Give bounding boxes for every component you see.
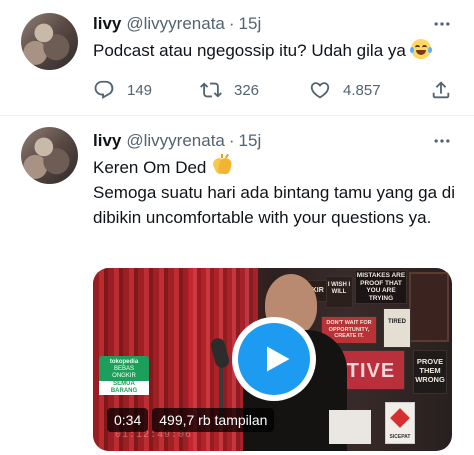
tweet-header: livy @livyyrenata · 15j xyxy=(93,129,454,153)
desk-box xyxy=(329,410,371,444)
more-horizontal-icon[interactable] xyxy=(430,129,454,153)
timestamp[interactable]: 15j xyxy=(239,14,262,34)
video-player[interactable]: MISTAKES ARE PROOF THAT YOU ARE TRYING I… xyxy=(93,268,452,451)
face-with-tears-of-joy-icon xyxy=(409,39,432,59)
sponsor-line1: BEBAS xyxy=(113,366,134,372)
desk-box: SICEPAT xyxy=(385,402,415,444)
share-button[interactable] xyxy=(430,78,452,102)
tweet-text-line1: Keren Om Ded xyxy=(93,158,207,177)
more-horizontal-icon[interactable] xyxy=(430,12,454,36)
tweet[interactable]: livy @livyyrenata · 15j Keren Om Ded Sem… xyxy=(0,117,474,455)
retweet-count: 326 xyxy=(234,81,260,99)
box-label: SICEPAT xyxy=(389,434,411,440)
wall-poster: TIVE xyxy=(337,350,405,390)
tweet-text: Keren Om Ded Semoga suatu hari ada binta… xyxy=(93,153,456,230)
sponsor-line2: ONGKIR xyxy=(112,373,136,379)
reply-button[interactable]: 149 xyxy=(93,78,152,102)
avatar[interactable] xyxy=(21,127,78,184)
reply-icon xyxy=(94,80,114,99)
separator-dot: · xyxy=(228,14,235,33)
tweet-text-body: Semoga suatu hari ada bintang tamu yang … xyxy=(93,183,455,227)
wall-poster: PROVE THEM WRONG xyxy=(413,350,447,394)
play-icon xyxy=(266,346,289,372)
share-icon xyxy=(432,81,450,99)
wall-poster: MISTAKES ARE PROOF THAT YOU ARE TRYING xyxy=(355,270,407,304)
sponsor-promo: SEMUA BARANG xyxy=(99,381,149,395)
display-name[interactable]: livy xyxy=(93,14,121,34)
reply-count: 149 xyxy=(127,81,153,99)
user-handle[interactable]: @livyyrenata xyxy=(126,131,225,151)
tweet-text: Podcast atau ngegossip itu? Udah gila ya xyxy=(93,38,456,63)
like-button[interactable]: 4.857 xyxy=(309,78,381,102)
separator-dot: · xyxy=(228,131,235,150)
like-count: 4.857 xyxy=(343,81,381,99)
wall-frame xyxy=(409,272,449,342)
timestamp[interactable]: 15j xyxy=(239,131,262,151)
user-handle[interactable]: @livyyrenata xyxy=(126,14,225,34)
retweet-icon xyxy=(200,82,222,98)
clapping-hands-icon xyxy=(211,153,233,176)
tweet[interactable]: livy @livyyrenata · 15j Podcast atau nge… xyxy=(0,0,474,116)
tweet-header: livy @livyyrenata · 15j xyxy=(93,12,454,36)
tweet-text-body: Podcast atau ngegossip itu? Udah gila ya xyxy=(93,41,406,60)
video-duration: 0:34 xyxy=(107,408,149,432)
sponsor-sign: tokopedia BEBAS ONGKIR SEMUA BARANG xyxy=(99,356,149,395)
logo-badge xyxy=(390,408,410,428)
sponsor-brand: tokopedia xyxy=(109,359,139,365)
retweet-button[interactable]: 326 xyxy=(200,78,259,102)
display-name[interactable]: livy xyxy=(93,131,121,151)
wall-poster: TIRED xyxy=(383,308,411,348)
video-views: 499,7 rb tampilan xyxy=(152,408,275,432)
avatar[interactable] xyxy=(21,13,78,70)
video-overlay: 0:34 499,7 rb tampilan xyxy=(107,408,275,432)
play-button[interactable] xyxy=(232,317,316,401)
tweet-actions: 149 326 4.857 xyxy=(93,78,453,102)
heart-icon xyxy=(310,82,330,99)
